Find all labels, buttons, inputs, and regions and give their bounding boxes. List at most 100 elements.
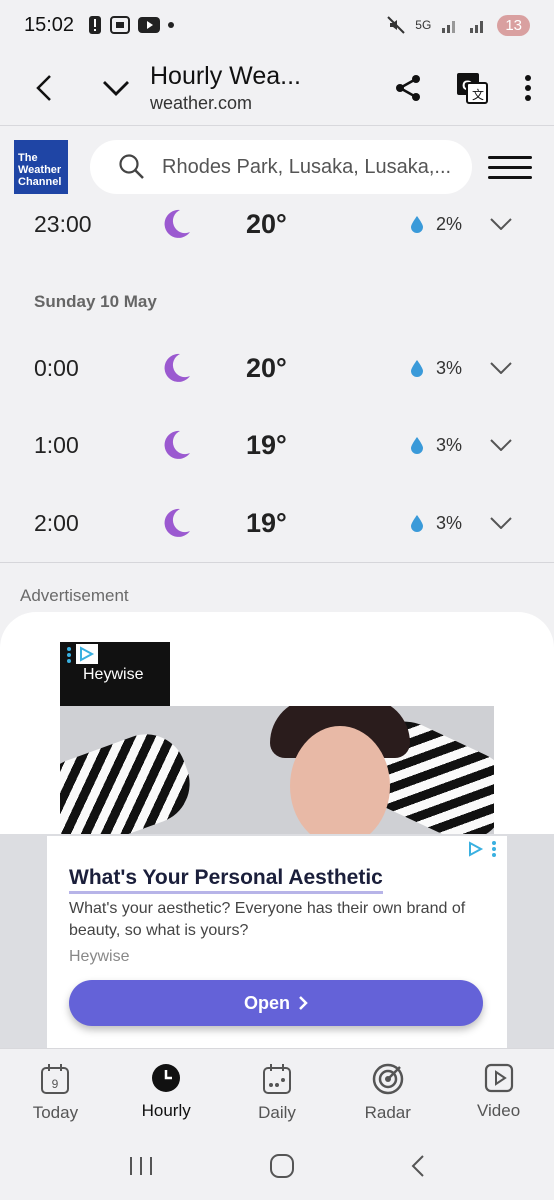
raindrop-icon [411, 216, 423, 233]
calendar-dots-icon [262, 1064, 291, 1094]
ad-brand-name: Heywise [83, 666, 144, 683]
video-icon [484, 1063, 513, 1093]
status-bar: 15:02 5G 13 [0, 0, 554, 50]
screenshot-icon [110, 16, 131, 34]
adchoices-icon[interactable] [467, 841, 485, 857]
page-title: Hourly Wea... [150, 61, 301, 90]
ad-brand-box[interactable]: Heywise [60, 642, 170, 708]
page-domain: weather.com [150, 92, 253, 113]
hour-time: 23:00 [34, 210, 92, 237]
raindrop-icon [411, 515, 423, 532]
status-system-icons: 5G 13 [387, 14, 530, 36]
calendar-date: 9 [52, 1077, 59, 1091]
battery-indicator: 13 [497, 14, 530, 36]
nav-label: Today [32, 1103, 79, 1122]
ad-open-label: Open [243, 992, 290, 1013]
hourly-row[interactable]: 2:00 19° 3% [0, 485, 554, 561]
chevron-down-icon [103, 80, 129, 96]
nav-today[interactable]: 9 Today [0, 1049, 111, 1132]
browser-toolbar: Hourly Wea... weather.com G文 [0, 50, 554, 126]
share-icon [396, 74, 420, 101]
mute-icon [387, 16, 406, 34]
signal-icon [442, 21, 456, 33]
hour-time: 1:00 [34, 431, 79, 458]
chevron-down-icon[interactable] [490, 439, 512, 451]
raindrop-icon [411, 360, 423, 377]
status-notification-icons [88, 15, 175, 35]
ad-image[interactable] [60, 706, 494, 836]
hour-time: 0:00 [34, 354, 79, 381]
radar-icon [372, 1063, 404, 1095]
bottom-nav: 9 Today Hourly Daily Radar Video [0, 1048, 554, 1132]
nav-video[interactable]: Video [443, 1049, 554, 1132]
clock-icon [152, 1064, 181, 1092]
recent-apps-icon[interactable] [128, 1155, 154, 1177]
precip-chance: 3% [436, 512, 463, 533]
hourly-row[interactable]: 1:00 19° 3% [0, 407, 554, 483]
collapse-button[interactable] [90, 62, 142, 114]
nav-label: Daily [258, 1103, 296, 1122]
nav-hourly[interactable]: Hourly [111, 1049, 222, 1132]
precip-chance: 3% [436, 434, 463, 455]
signal-roaming-icon [470, 21, 484, 33]
back-nav-icon[interactable] [410, 1154, 426, 1178]
search-icon [119, 154, 144, 179]
precip-chance: 3% [436, 357, 463, 378]
hour-time: 2:00 [34, 509, 79, 536]
translate-icon: G文 [457, 72, 488, 104]
chevron-down-icon[interactable] [490, 218, 512, 230]
hour-temperature: 19° [246, 507, 287, 538]
hourly-row[interactable]: 0:00 20° 3% [0, 330, 554, 406]
ad-options-icon[interactable] [491, 840, 497, 858]
more-vertical-icon [525, 74, 531, 101]
chevron-down-icon[interactable] [490, 517, 512, 529]
alert-icon [89, 16, 102, 34]
ad-card[interactable]: Heywise What's Your Personal Aesthetic W… [0, 612, 554, 1052]
ad-image-face [290, 726, 390, 836]
moon-icon [164, 353, 190, 382]
svg-text:文: 文 [472, 87, 484, 102]
system-nav-bar [0, 1132, 554, 1200]
chevron-down-icon[interactable] [490, 362, 512, 374]
menu-line [488, 165, 532, 169]
hour-temperature: 20° [246, 208, 287, 239]
advertisement-label: Advertisement [20, 586, 129, 605]
hourly-row[interactable]: 23:00 20° 2% [0, 186, 554, 262]
day-header: Sunday 10 May [34, 292, 157, 311]
menu-line [488, 175, 532, 179]
hour-temperature: 20° [246, 352, 287, 383]
share-button[interactable] [382, 62, 434, 114]
ad-options-icon[interactable] [66, 646, 72, 664]
translate-button[interactable]: G文 [446, 62, 498, 114]
youtube-icon [138, 17, 161, 33]
section-divider [0, 562, 554, 563]
nav-label: Video [476, 1101, 521, 1120]
home-icon[interactable] [269, 1153, 295, 1179]
ad-advertiser: Heywise [69, 948, 130, 965]
ad-headline[interactable]: What's Your Personal Aesthetic [69, 866, 383, 894]
calendar-icon: 9 [41, 1064, 70, 1094]
precip-chance: 2% [436, 213, 463, 234]
ad-text-panel[interactable]: What's Your Personal Aesthetic What's yo… [47, 836, 507, 1052]
adchoices-icon[interactable] [76, 644, 98, 664]
network-type: 5G [415, 18, 432, 32]
nav-label: Radar [364, 1103, 411, 1122]
more-notifications-dot [168, 22, 175, 28]
nav-daily[interactable]: Daily [222, 1049, 333, 1132]
status-time: 15:02 [24, 13, 75, 36]
hamburger-menu-button[interactable] [488, 155, 532, 179]
page-title-block: Hourly Wea... weather.com [142, 62, 382, 114]
menu-line [488, 155, 532, 159]
moon-icon [164, 209, 190, 238]
chevron-left-icon [36, 74, 51, 101]
nav-radar[interactable]: Radar [332, 1049, 443, 1132]
more-options-button[interactable] [502, 62, 554, 114]
back-button[interactable] [18, 62, 70, 114]
ad-choices[interactable] [467, 840, 497, 858]
ad-open-button[interactable]: Open [69, 980, 483, 1026]
raindrop-icon [411, 437, 423, 454]
chevron-right-icon [299, 996, 308, 1010]
nav-label: Hourly [141, 1101, 191, 1120]
moon-icon [164, 508, 190, 537]
ad-description: What's your aesthetic? Everyone has thei… [69, 900, 466, 939]
